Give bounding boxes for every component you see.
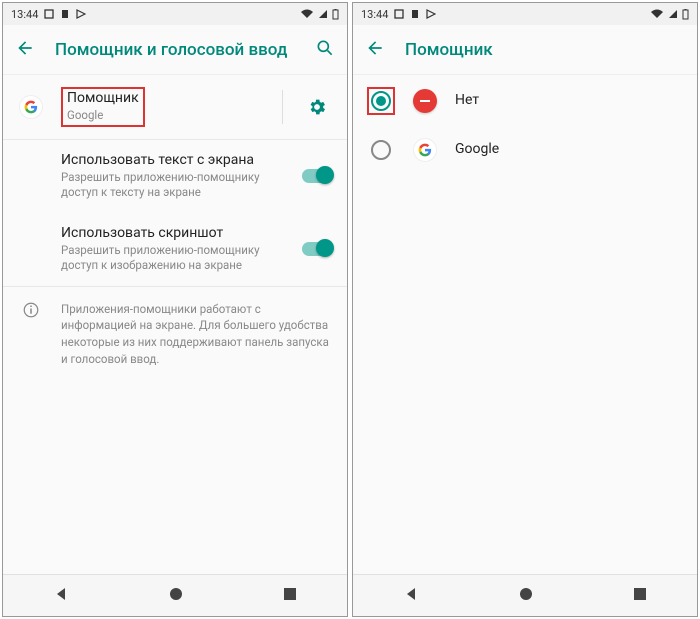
status-bar: 13:44 [353,3,697,25]
back-button[interactable] [15,38,35,62]
google-icon [414,139,436,161]
radio-none[interactable] [371,91,391,111]
info-row: Приложения-помощники работают с информац… [3,286,347,382]
assistant-settings-button[interactable] [301,97,333,117]
use-text-sub: Разрешить приложению-помощнику доступ к … [61,170,285,201]
option-google-row[interactable]: Google [353,127,697,173]
battery-icon [332,9,339,20]
use-screenshot-sub: Разрешить приложению-помощнику доступ к … [61,243,285,274]
option-none-label: Нет [455,92,683,108]
use-screenshot-toggle[interactable] [302,242,332,256]
assistant-highlight: Помощник Google [61,87,145,127]
nav-bar [353,574,697,616]
radio-google[interactable] [371,140,391,160]
info-text: Приложения-помощники работают с информац… [61,301,333,368]
vertical-divider [282,90,283,124]
signal-icon [318,9,328,19]
use-screenshot-row[interactable]: Использовать скриншот Разрешить приложен… [3,213,347,286]
assistant-picker-content: Нет Google [353,75,697,574]
back-button[interactable] [365,38,385,62]
title-bar: Помощник [353,25,697,75]
google-icon [20,96,42,118]
search-button[interactable] [315,38,335,62]
assistant-title: Помощник [67,90,139,106]
nav-home[interactable] [518,586,534,606]
page-title: Помощник [405,40,685,60]
nav-recent[interactable] [633,586,647,605]
info-icon [17,301,45,368]
use-text-toggle[interactable] [302,169,332,183]
notif-icon [394,9,404,19]
option-none-row[interactable]: Нет [353,75,697,127]
play-icon [426,9,436,19]
settings-content: Помощник Google Использовать текст с экр… [3,75,347,574]
phone-left: 13:44 Помощник и голосовой ввод [2,2,348,617]
wifi-icon [300,9,314,19]
phone-right: 13:44 Помощник Нет [352,2,698,617]
status-bar: 13:44 [3,3,347,25]
assistant-sub: Google [67,108,139,124]
notif-icon [44,9,54,19]
status-time: 13:44 [11,8,38,21]
nav-home[interactable] [168,586,184,606]
radio-highlight [367,87,395,115]
use-text-row[interactable]: Использовать текст с экрана Разрешить пр… [3,140,347,213]
notif-icon-2 [60,9,70,19]
option-google-label: Google [455,141,683,157]
battery-icon [682,9,689,20]
use-text-title: Использовать текст с экрана [61,152,285,168]
nav-bar [3,574,347,616]
nav-recent[interactable] [283,586,297,605]
status-time: 13:44 [361,8,388,21]
use-screenshot-title: Использовать скриншот [61,225,285,241]
nav-back[interactable] [53,586,69,606]
play-icon [76,9,86,19]
assistant-row[interactable]: Помощник Google [3,75,347,139]
none-icon [413,89,437,113]
page-title: Помощник и голосовой ввод [55,40,295,60]
nav-back[interactable] [403,586,419,606]
title-bar: Помощник и голосовой ввод [3,25,347,75]
signal-icon [668,9,678,19]
wifi-icon [650,9,664,19]
notif-icon-2 [410,9,420,19]
